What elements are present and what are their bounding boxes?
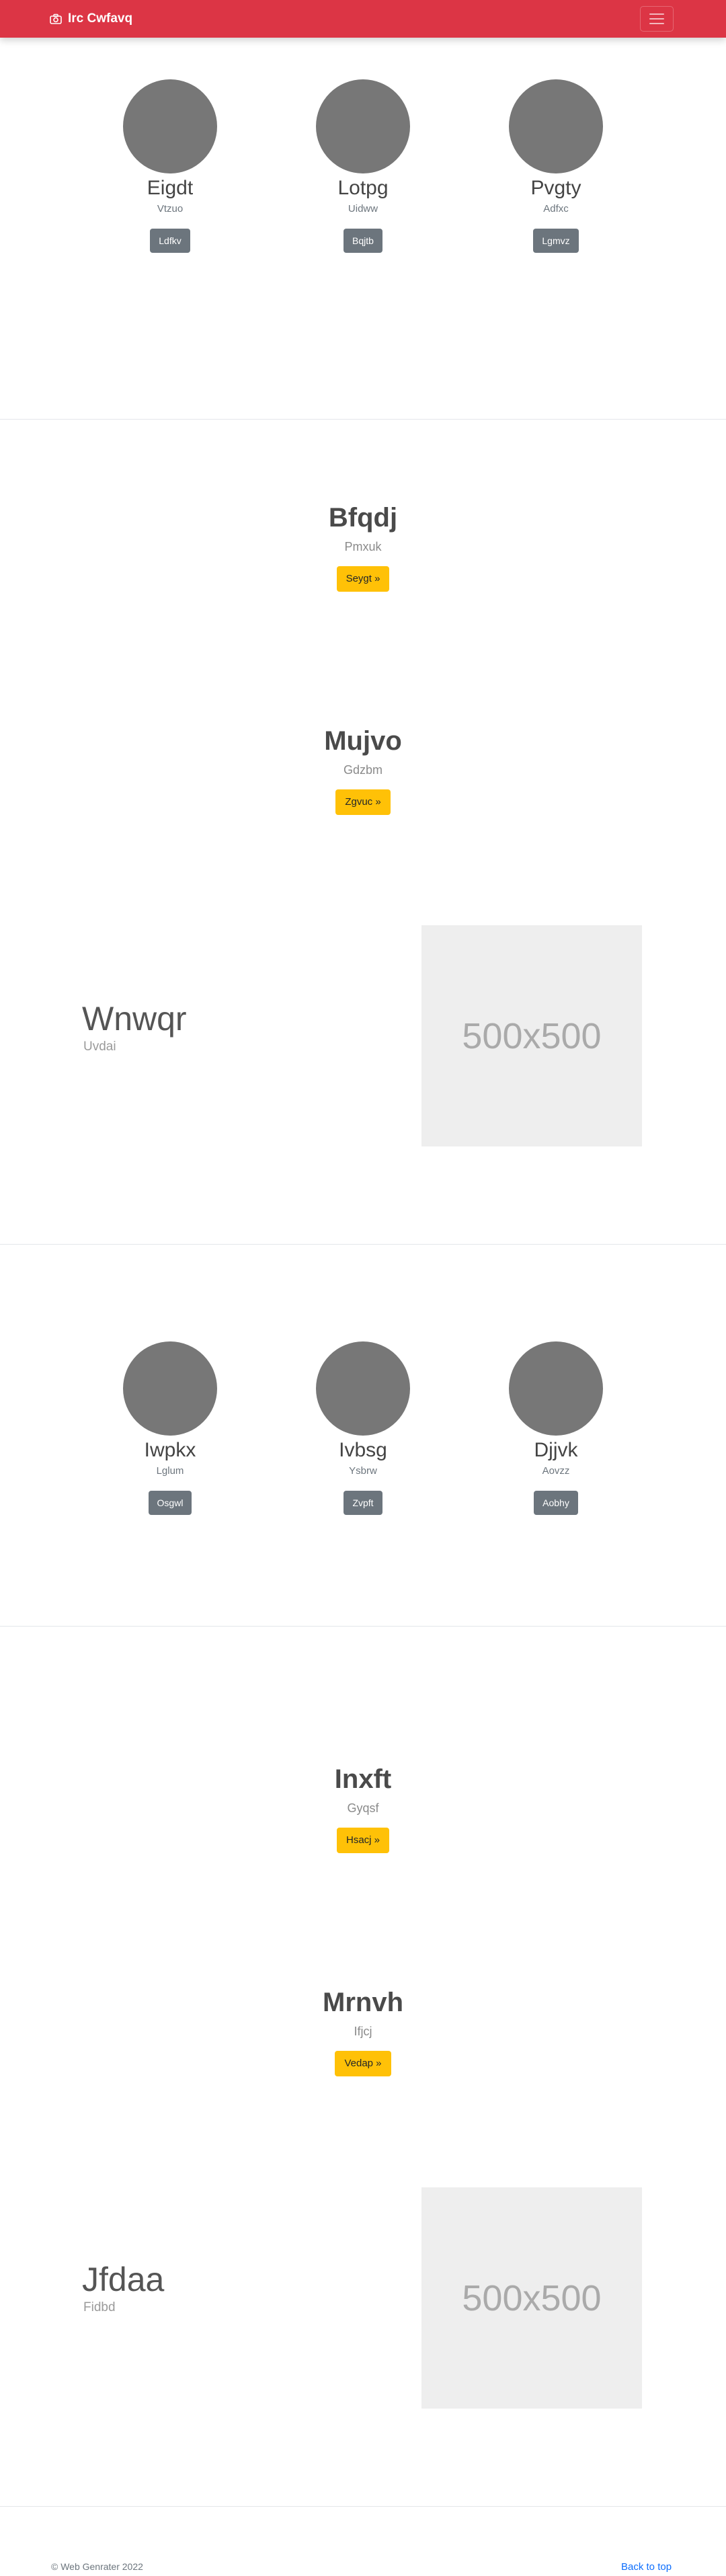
hero-title: Inxft [334, 1764, 392, 1794]
back-to-top-link[interactable]: Back to top [621, 2561, 672, 2573]
team-member: Eigdt Vtzuo Ldfkv [116, 79, 224, 253]
team-section: Iwpkx Lglum Osgwl Ivbsg Ysbrw Zvpft Djjv… [0, 1245, 726, 1627]
hero-title: Mrnvh [323, 1988, 403, 2017]
hero-subtitle: Pmxuk [344, 540, 382, 553]
member-name: Lotpg [337, 177, 389, 199]
navbar-brand[interactable]: Irc Cwfavq [50, 11, 132, 26]
placeholder-image: 500x500 [421, 925, 642, 1146]
hero-subtitle: Gyqsf [347, 1801, 379, 1815]
member-role: Ysbrw [349, 1465, 377, 1477]
team-member: Iwpkx Lglum Osgwl [116, 1341, 224, 1515]
avatar [123, 79, 217, 173]
member-button[interactable]: Zvpft [344, 1491, 382, 1515]
feature-title: Wnwqr [82, 1000, 187, 1038]
hero-button[interactable]: Seygt » [336, 566, 390, 592]
avatar [509, 79, 603, 173]
placeholder-label: 500x500 [462, 1015, 602, 1056]
team-section: Eigdt Vtzuo Ldfkv Lotpg Uidww Bqjtb Pvgt… [0, 38, 726, 420]
hero-block: Inxft Gyqsf Hsacj » [0, 1763, 726, 1853]
member-button[interactable]: Bqjtb [344, 229, 382, 253]
member-name: Djjvk [534, 1439, 578, 1461]
brand-name: Irc Cwfavq [68, 11, 133, 26]
hero-title: Bfqdj [328, 503, 398, 533]
feature-section: Jfdaa Fidbd 500x500 [0, 2118, 726, 2507]
feature-title: Jfdaa [82, 2261, 165, 2298]
member-button[interactable]: Osgwl [148, 1491, 192, 1515]
member-role: Adfxc [543, 203, 569, 214]
hero-title: Mujvo [324, 726, 402, 756]
member-role: Lglum [156, 1465, 184, 1477]
member-name: Iwpkx [144, 1439, 196, 1461]
hero-subtitle: Gdzbm [343, 763, 383, 777]
member-role: Uidww [348, 203, 378, 214]
footer: © Web Genrater 2022 Back to top [0, 2528, 726, 2576]
avatar [316, 79, 410, 173]
hero-subtitle: Ifjcj [354, 2025, 372, 2038]
placeholder-label: 500x500 [462, 2277, 602, 2318]
member-name: Eigdt [147, 177, 194, 199]
hero-block: Mrnvh Ifjcj Vedap » [0, 1986, 726, 2076]
team-member: Lotpg Uidww Bqjtb [309, 79, 417, 253]
hamburger-menu-icon[interactable] [640, 6, 674, 32]
navbar: Irc Cwfavq [0, 0, 726, 38]
member-button[interactable]: Lgmvz [533, 229, 579, 253]
avatar [316, 1341, 410, 1436]
avatar [509, 1341, 603, 1436]
hero-button[interactable]: Hsacj » [336, 1828, 390, 1853]
member-button[interactable]: Ldfkv [150, 229, 190, 253]
member-role: Vtzuo [157, 203, 184, 214]
feature-subtitle: Uvdai [83, 1040, 116, 1054]
hero-button[interactable]: Zgvuc » [335, 789, 391, 815]
member-name: Pvgty [530, 177, 581, 199]
feature-section: Wnwqr Uvdai 500x500 [0, 856, 726, 1245]
hero-block: Mujvo Gdzbm Zgvuc » [0, 725, 726, 815]
avatar [123, 1341, 217, 1436]
hero-block: Bfqdj Pmxuk Seygt » [0, 502, 726, 592]
camera-icon [50, 13, 62, 24]
hero-button[interactable]: Vedap » [335, 2051, 391, 2076]
copyright-text: © Web Genrater 2022 [51, 2561, 143, 2572]
team-member: Ivbsg Ysbrw Zvpft [309, 1341, 417, 1515]
team-member: Djjvk Aovzz Aobhy [502, 1341, 610, 1515]
member-button[interactable]: Aobhy [534, 1491, 578, 1515]
placeholder-image: 500x500 [421, 2187, 642, 2409]
feature-subtitle: Fidbd [83, 2300, 116, 2314]
team-member: Pvgty Adfxc Lgmvz [502, 79, 610, 253]
member-name: Ivbsg [339, 1439, 387, 1461]
member-role: Aovzz [542, 1465, 570, 1477]
